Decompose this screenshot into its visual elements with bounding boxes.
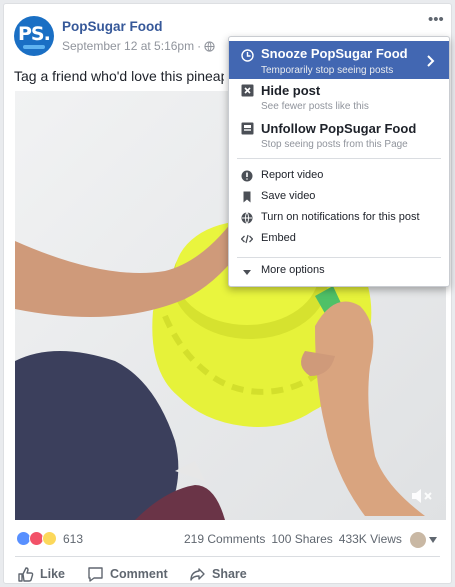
menu-separator (237, 158, 441, 159)
menu-item-hide-post[interactable]: Hide post See fewer posts like this (229, 81, 449, 112)
hide-post-title: Hide post (261, 83, 321, 98)
like-label: Like (40, 567, 66, 581)
comment-label: Comment (110, 567, 168, 581)
comments-count[interactable]: 219 Comments (184, 532, 265, 546)
clock-icon (241, 49, 254, 62)
like-button[interactable]: Like (15, 561, 85, 587)
menu-item-snooze[interactable]: Snooze PopSugar Food Temporarily stop se… (229, 41, 449, 79)
wow-reaction-icon (42, 531, 57, 546)
notifications-label: Turn on notifications for this post (261, 211, 420, 223)
post-options-menu: Snooze PopSugar Food Temporarily stop se… (228, 36, 450, 287)
comment-icon (88, 566, 103, 582)
snooze-subtitle: Temporarily stop seeing posts (261, 65, 394, 76)
alert-icon (241, 170, 253, 182)
post-meta: September 12 at 5:16pm · (62, 39, 215, 53)
globe-icon (204, 40, 215, 52)
meta-separator: · (197, 39, 202, 53)
views-count: 433K Views (338, 532, 402, 546)
engagement-stats: 219 Comments 100 Shares 433K Views (184, 532, 402, 546)
action-bar: Like Comment Share (15, 561, 442, 587)
menu-item-more-options[interactable]: More options (229, 262, 449, 282)
post-options-button[interactable]: ••• (428, 12, 448, 30)
comment-button[interactable]: Comment (85, 561, 187, 587)
more-options-label: More options (261, 264, 325, 276)
viewer-avatar[interactable] (410, 532, 426, 548)
thumbs-up-icon (18, 566, 34, 582)
reaction-count: 613 (63, 531, 84, 546)
shares-count[interactable]: 100 Shares (271, 532, 332, 546)
caret-down-icon[interactable] (429, 537, 437, 543)
post-card: PS. PopSugar Food September 12 at 5:16pm… (3, 3, 452, 584)
avatar-logo-bar (23, 45, 45, 49)
embed-label: Embed (261, 232, 296, 244)
report-video-label: Report video (261, 169, 324, 181)
share-label: Share (212, 567, 247, 581)
post-caption: Tag a friend who'd love this pineapple (14, 68, 224, 84)
globe-icon (241, 212, 253, 224)
menu-item-save-video[interactable]: Save video (229, 188, 449, 208)
unfollow-icon (241, 122, 254, 135)
bookmark-icon (243, 191, 251, 203)
share-icon (190, 567, 205, 581)
menu-separator (237, 257, 441, 258)
post-timestamp[interactable]: September 12 at 5:16pm (62, 39, 194, 53)
unfollow-subtitle: Stop seeing posts from this Page (261, 139, 408, 150)
reactions-summary[interactable]: 613 (16, 531, 83, 546)
page-avatar[interactable]: PS. (14, 16, 54, 56)
share-button[interactable]: Share (187, 561, 277, 587)
caret-down-icon (243, 270, 251, 275)
unfollow-title: Unfollow PopSugar Food (261, 121, 417, 136)
menu-item-report-video[interactable]: Report video (229, 167, 449, 187)
chevron-right-icon (427, 55, 435, 67)
snooze-title: Snooze PopSugar Food (261, 46, 408, 61)
save-video-label: Save video (261, 190, 316, 202)
avatar-logo-text: PS. (18, 23, 51, 45)
x-box-icon (241, 84, 254, 97)
menu-item-unfollow[interactable]: Unfollow PopSugar Food Stop seeing posts… (229, 119, 449, 150)
page-name-link[interactable]: PopSugar Food (62, 19, 163, 34)
mute-icon[interactable] (410, 486, 434, 506)
menu-item-embed[interactable]: Embed (229, 230, 449, 250)
code-icon (241, 234, 253, 244)
divider (15, 556, 440, 557)
hide-post-subtitle: See fewer posts like this (261, 101, 369, 112)
menu-item-notifications[interactable]: Turn on notifications for this post (229, 209, 449, 229)
